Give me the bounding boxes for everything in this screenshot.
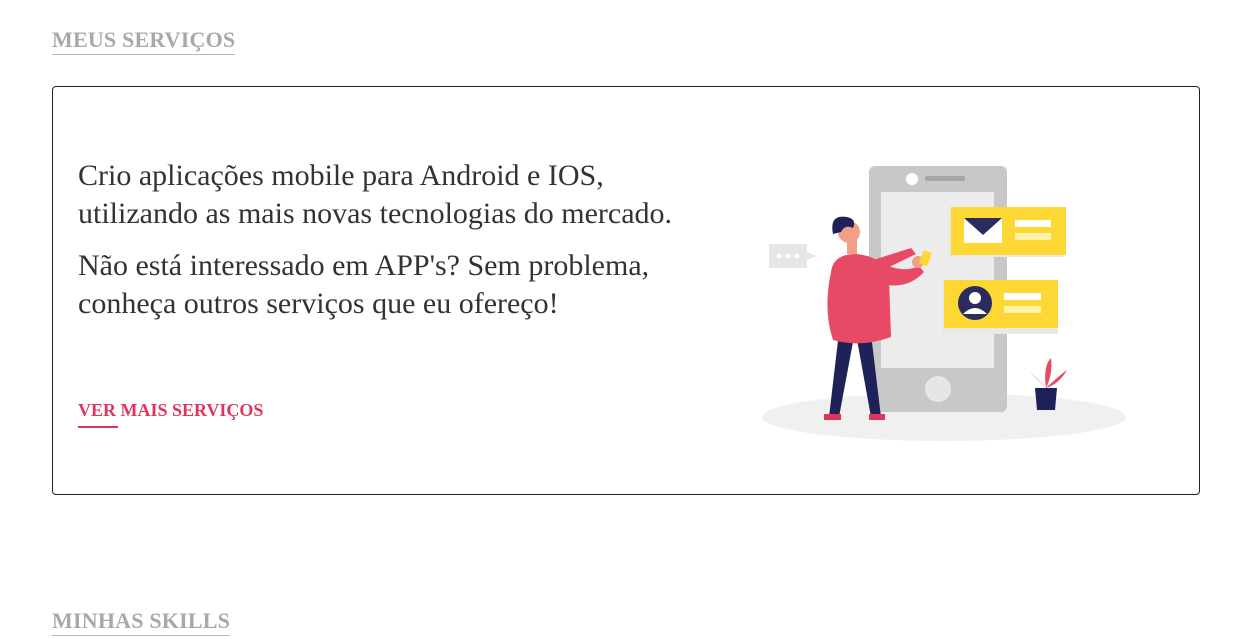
plant-leaf-1 xyxy=(1023,368,1046,388)
skills-heading: MINHAS SKILLS xyxy=(52,610,231,636)
profile-avatar-head xyxy=(969,292,981,304)
services-paragraph-1: Crio aplicações mobile para Android e IO… xyxy=(78,159,673,230)
mail-line-1 xyxy=(1015,220,1051,227)
services-description: Crio aplicações mobile para Android e IO… xyxy=(78,157,718,337)
plant-leaf-2 xyxy=(1045,358,1052,388)
chat-dot-2 xyxy=(785,253,791,259)
phone-home-button xyxy=(925,376,951,402)
chat-bubble-tail xyxy=(807,252,816,260)
profile-line-2 xyxy=(1004,306,1041,313)
services-card: Crio aplicações mobile para Android e IO… xyxy=(52,86,1200,495)
mobile-app-developer-illustration xyxy=(762,166,1126,441)
link-underline xyxy=(78,426,118,428)
phone-speaker xyxy=(925,176,965,181)
page: MEUS SERVIÇOS Crio aplicações mobile par… xyxy=(0,0,1255,639)
phone-camera xyxy=(906,173,918,185)
services-paragraph-2: Não está interessado em APP's? Sem probl… xyxy=(78,249,650,320)
services-heading: MEUS SERVIÇOS xyxy=(52,29,236,55)
chat-dot-1 xyxy=(776,253,782,259)
plant-pot xyxy=(1035,388,1057,410)
person-shoe-left xyxy=(824,414,841,420)
chat-dot-3 xyxy=(794,253,800,259)
person-shoe-right xyxy=(869,414,885,420)
mail-line-2 xyxy=(1015,233,1051,240)
see-more-services-link[interactable]: VER MAIS SERVIÇOS xyxy=(78,401,263,419)
profile-line-1 xyxy=(1004,293,1041,300)
